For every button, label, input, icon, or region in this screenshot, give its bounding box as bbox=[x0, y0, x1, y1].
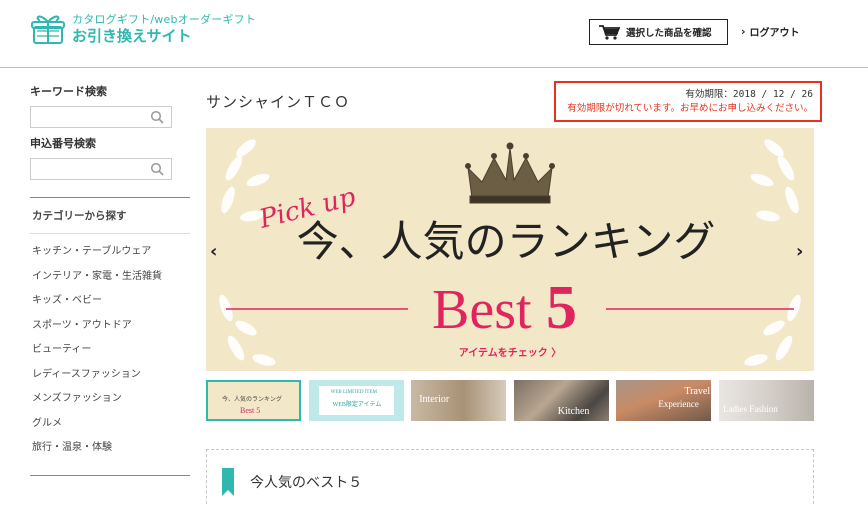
thumb-ladies-fashion[interactable]: Ladies Fashion bbox=[718, 380, 814, 421]
divider bbox=[30, 474, 190, 476]
keyword-search-input[interactable] bbox=[31, 109, 143, 130]
sidebar: キーワード検索 申込番号検索 カテゴリーから探す キッチン・テーブルウェア イン… bbox=[30, 84, 190, 476]
laurel-right-icon bbox=[744, 139, 801, 366]
crown-icon bbox=[465, 142, 555, 204]
thumb-web-label: WEB LIMITED ITEM bbox=[330, 390, 377, 395]
thumb-ranking-label: 今、人気のランキング bbox=[222, 397, 282, 403]
bookmark-icon bbox=[222, 468, 234, 496]
category-item[interactable]: メンズファッション bbox=[30, 387, 190, 412]
banner-headline: 今、人気のランキング bbox=[297, 219, 716, 266]
thumb-web-limited[interactable]: WEB LIMITED ITEM WEB限定アイテム bbox=[308, 380, 404, 421]
page-title: サンシャインＴＣＯ bbox=[206, 93, 351, 111]
thumb-travel-label2: Experience bbox=[658, 399, 699, 409]
category-item[interactable]: キッチン・テーブルウェア bbox=[30, 240, 190, 265]
thumb-web-label2: WEB限定アイテム bbox=[332, 402, 382, 408]
expiry-notice: 有効期限：2018 / 12 / 26 有効期限が切れています。お早めにお申し込… bbox=[554, 81, 822, 122]
thumb-travel-label: Travel bbox=[684, 386, 711, 397]
best-section-title: 今人気のベスト５ bbox=[250, 475, 363, 491]
logout-label: ログアウト bbox=[749, 28, 800, 39]
category-list: キッチン・テーブルウェア インテリア・家電・生活雑貨 キッズ・ベビー スポーツ・… bbox=[30, 240, 190, 461]
search-icon[interactable] bbox=[150, 110, 164, 124]
header: カタログギフト/webオーダーギフト お引き換えサイト 選択した商品を確認 › … bbox=[0, 0, 868, 68]
number-search-box bbox=[30, 158, 172, 182]
gift-box-icon bbox=[31, 15, 65, 44]
carousel-prev-arrow[interactable]: ‹ bbox=[210, 241, 217, 262]
category-item[interactable]: レディースファッション bbox=[30, 363, 190, 388]
application-number-input[interactable] bbox=[31, 161, 143, 182]
banner-artwork: Pick up 今、人気のランキング Best 5 アイテムをチェック 〉 bbox=[219, 139, 801, 366]
category-item[interactable]: グルメ bbox=[30, 412, 190, 437]
carousel-thumbnails: 今、人気のランキング Best 5 WEB LIMITED ITEM WEB限定… bbox=[206, 380, 814, 421]
thumb-ranking[interactable]: 今、人気のランキング Best 5 bbox=[206, 380, 301, 421]
cart-button-label: 選択した商品を確認 bbox=[626, 28, 712, 39]
thumb-interior-label: Interior bbox=[419, 394, 450, 405]
hero-banner[interactable]: Pick up 今、人気のランキング Best 5 アイテムをチェック 〉 bbox=[206, 128, 814, 371]
thumb-ladies-label: Ladies Fashion bbox=[722, 404, 778, 414]
carousel-next-arrow[interactable]: › bbox=[796, 241, 803, 262]
logo-subtitle: カタログギフト/webオーダーギフト bbox=[72, 13, 257, 26]
expiry-date: 有効期限：2018 / 12 / 26 bbox=[685, 89, 813, 100]
keyword-search-title: キーワード検索 bbox=[30, 85, 107, 98]
category-item[interactable]: スポーツ・アウトドア bbox=[30, 314, 190, 339]
banner-best-text: Best bbox=[432, 279, 532, 341]
category-item[interactable]: ビューティー bbox=[30, 338, 190, 363]
expiry-warning: 有効期限が切れています。お早めにお申し込みください。 bbox=[567, 103, 813, 114]
logout-link[interactable]: › ログアウト bbox=[741, 24, 800, 39]
thumb-ranking-best: Best 5 bbox=[240, 406, 261, 415]
category-item[interactable]: インテリア・家電・生活雑貨 bbox=[30, 265, 190, 290]
view-selected-items-button[interactable]: 選択した商品を確認 bbox=[589, 19, 728, 45]
category-item[interactable]: 旅行・温泉・体験 bbox=[30, 436, 190, 461]
banner-best-number: 5 bbox=[546, 274, 577, 342]
thumb-travel[interactable]: Travel Experience bbox=[616, 380, 712, 421]
category-section-title: カテゴリーから探す bbox=[30, 198, 190, 234]
thumb-kitchen-label: Kitchen bbox=[557, 406, 590, 417]
category-item[interactable]: キッズ・ベビー bbox=[30, 289, 190, 314]
banner-cta[interactable]: アイテムをチェック 〉 bbox=[459, 346, 561, 359]
cart-icon bbox=[599, 25, 620, 40]
thumb-kitchen[interactable]: Kitchen bbox=[513, 380, 609, 421]
logo-title: お引き換えサイト bbox=[72, 27, 192, 45]
search-icon[interactable] bbox=[150, 162, 164, 176]
laurel-left-icon bbox=[219, 139, 276, 366]
thumb-interior[interactable]: Interior bbox=[411, 380, 507, 421]
site-logo[interactable]: カタログギフト/webオーダーギフト お引き換えサイト bbox=[30, 11, 256, 47]
application-number-search-title: 申込番号検索 bbox=[30, 137, 96, 150]
chevron-right-icon: › bbox=[741, 25, 746, 38]
keyword-search-box bbox=[30, 106, 172, 130]
